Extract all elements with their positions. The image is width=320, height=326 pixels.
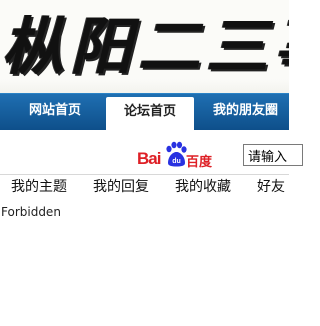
baidu-logo-latin: Bai [137,149,161,168]
subnav-friends[interactable]: 好友 [257,176,285,196]
banner-fade [0,79,289,93]
search-input[interactable] [243,144,303,166]
baidu-paw-text: du [172,158,181,165]
baidu-logo[interactable]: Bai du 百度 [137,140,237,170]
baidu-paw-icon: du [166,141,187,167]
main-nav: 网站首页 论坛首页 我的朋友圈 [0,93,289,131]
subnav-my-replies[interactable]: 我的回复 [93,176,149,196]
forbidden-message: Forbidden [1,205,61,219]
subnav-my-topics[interactable]: 我的主题 [11,176,67,196]
tab-my-friends[interactable]: 我的朋友圈 [205,94,320,130]
tab-forum-home[interactable]: 论坛首页 [106,97,194,131]
subnav-my-favorites[interactable]: 我的收藏 [175,176,231,196]
tab-site-home[interactable]: 网站首页 [8,94,102,130]
search-bar: Bai du 百度 [0,137,303,175]
baidu-logo-cn: 百度 [186,155,213,170]
site-banner: 枞阳二三事 [0,0,289,93]
user-subnav: 我的主题 我的回复 我的收藏 好友 [0,175,289,199]
